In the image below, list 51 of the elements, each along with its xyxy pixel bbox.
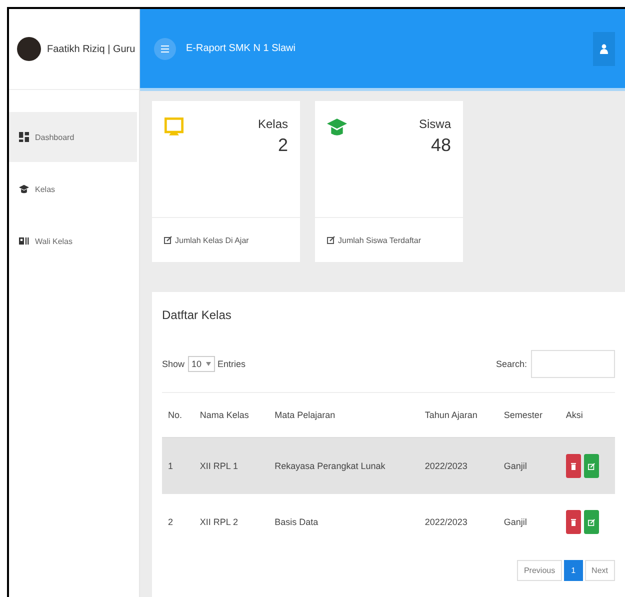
edit-icon bbox=[327, 236, 335, 244]
table-cell: Basis Data bbox=[268, 494, 419, 550]
edit-icon bbox=[588, 518, 595, 526]
user-icon bbox=[600, 44, 608, 54]
table-row[interactable]: 1 XII RPL 1 Rekayasa Perangkat Lunak 2022/2023 Ganjil bbox=[162, 438, 615, 494]
table-cell: Ganjil bbox=[498, 494, 560, 550]
table-cell: 2022/2023 bbox=[418, 438, 498, 494]
pagination-button[interactable]: Previous bbox=[516, 560, 562, 581]
table-cell: XII RPL 2 bbox=[194, 494, 269, 550]
edit-icon bbox=[164, 236, 172, 244]
user-name: Faatikh Riziq | Guru bbox=[47, 44, 136, 54]
show-label: Show bbox=[162, 359, 185, 369]
sidebar-item[interactable]: Dashboard bbox=[9, 112, 137, 162]
trash-icon bbox=[570, 462, 576, 470]
id-card-icon bbox=[19, 236, 29, 246]
edit-icon bbox=[588, 462, 595, 470]
pagination-button[interactable]: 1 bbox=[564, 560, 583, 581]
delete-button[interactable] bbox=[566, 454, 581, 478]
card-value: 48 bbox=[430, 135, 451, 156]
grid-icon bbox=[19, 132, 29, 142]
user-button[interactable] bbox=[593, 32, 615, 66]
menu-button[interactable] bbox=[154, 38, 176, 60]
page-size-select[interactable]: 10 bbox=[188, 356, 215, 372]
table-cell: Ganjil bbox=[498, 438, 560, 494]
table-row[interactable]: 2 XII RPL 2 Basis Data 2022/2023 Ganjil bbox=[162, 494, 615, 550]
search-label: Search: bbox=[496, 359, 527, 369]
menu-icon bbox=[161, 44, 169, 52]
card-title: Kelas bbox=[258, 117, 288, 131]
app-title: E-Raport SMK N 1 Slawi bbox=[186, 43, 296, 54]
graduation-cap-icon bbox=[19, 184, 29, 194]
table-cell: 1 bbox=[162, 438, 194, 494]
table-cell: 2 bbox=[162, 494, 194, 550]
entries-label: Entries bbox=[218, 359, 246, 369]
card-footer: Jumlah Kelas Di Ajar bbox=[175, 236, 249, 244]
pagination-button[interactable]: Next bbox=[584, 560, 615, 581]
caret-icon bbox=[206, 362, 211, 366]
panel-title: Datftar Kelas bbox=[162, 308, 232, 322]
table-cell: XII RPL 1 bbox=[194, 438, 269, 494]
avatar bbox=[17, 37, 41, 61]
card-value: 2 bbox=[278, 135, 288, 156]
trash-icon bbox=[570, 518, 576, 526]
edit-button[interactable] bbox=[584, 510, 599, 534]
card-title: Siswa bbox=[418, 117, 451, 131]
delete-button[interactable] bbox=[566, 510, 581, 534]
edit-button[interactable] bbox=[584, 454, 599, 478]
table-cell: Rekayasa Perangkat Lunak bbox=[268, 438, 419, 494]
card-footer: Jumlah Siswa Terdaftar bbox=[338, 236, 421, 244]
table-cell: 2022/2023 bbox=[418, 494, 498, 550]
sidebar-item[interactable]: Kelas bbox=[9, 164, 137, 214]
sidebar-item[interactable]: Wali Kelas bbox=[9, 216, 137, 266]
search-field[interactable] bbox=[531, 350, 615, 378]
